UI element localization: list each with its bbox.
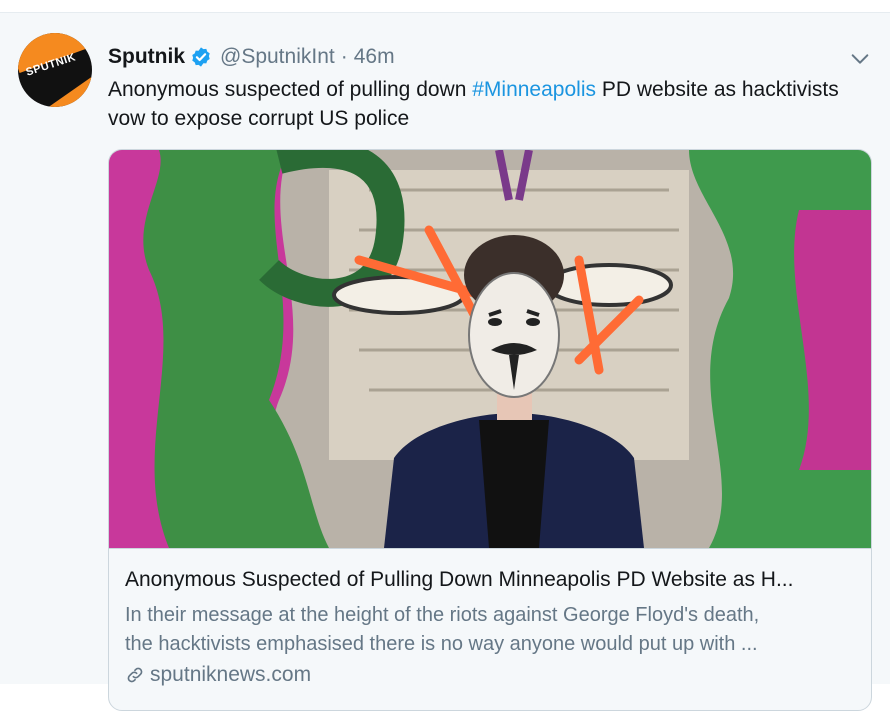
author-name[interactable]: Sputnik xyxy=(108,45,185,69)
tweet-text-start: Anonymous suspected of pulling down xyxy=(108,78,473,101)
card-domain[interactable]: sputniknews.com xyxy=(125,663,311,687)
card-description-line-2: the hacktivists emphasised there is no w… xyxy=(125,633,758,655)
hashtag-link[interactable]: #Minneapolis xyxy=(472,78,596,101)
tweet-text: Anonymous suspected of pulling down #Min… xyxy=(108,75,868,133)
card-domain-text[interactable]: sputniknews.com xyxy=(150,663,311,687)
avatar[interactable]: SPUTNIK xyxy=(18,33,92,107)
chevron-down-icon[interactable] xyxy=(849,48,871,70)
card-title[interactable]: Anonymous Suspected of Pulling Down Minn… xyxy=(125,568,855,592)
verified-badge-icon xyxy=(192,47,210,67)
card-description: In their message at the height of the ri… xyxy=(125,601,860,659)
separator-dot: · xyxy=(340,45,348,68)
timestamp[interactable]: 46m xyxy=(354,45,395,69)
tweet-header: Sputnik @SputnikInt · 46m xyxy=(108,44,395,70)
tweet[interactable]: SPUTNIK Sputnik @SputnikInt · 46m Anonym… xyxy=(0,13,890,711)
link-icon xyxy=(127,667,143,683)
author-handle[interactable]: @SputnikInt xyxy=(220,45,335,69)
card-image[interactable] xyxy=(109,150,871,549)
card-description-line-1: In their message at the height of the ri… xyxy=(125,604,760,626)
link-preview-card[interactable]: Anonymous Suspected of Pulling Down Minn… xyxy=(108,149,872,711)
